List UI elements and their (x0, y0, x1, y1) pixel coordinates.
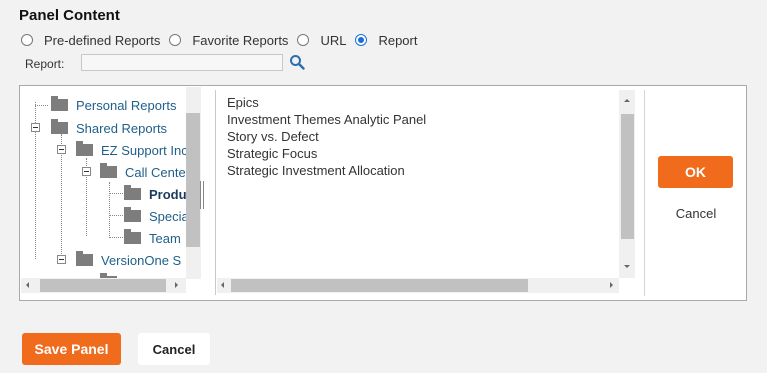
folder-tree[interactable]: Personal Reports Shared Reports EZ Suppo… (21, 87, 205, 296)
tree-item-call-center[interactable]: Call Center (100, 163, 190, 181)
folder-icon (124, 229, 141, 244)
scroll-right-icon[interactable] (610, 282, 613, 288)
folder-icon (76, 141, 93, 156)
list-item[interactable]: Epics (227, 95, 259, 110)
radio-predefined-label[interactable]: Pre-defined Reports (44, 33, 160, 48)
tree-item-ez-support[interactable]: EZ Support Inc (76, 141, 188, 159)
cancel-link[interactable]: Cancel (673, 206, 719, 221)
scroll-left-icon[interactable] (221, 282, 224, 288)
tree-guide-line (109, 193, 123, 194)
report-list[interactable]: Epics Investment Themes Analytic Panel S… (215, 90, 636, 295)
folder-icon (51, 96, 68, 111)
radio-report-label[interactable]: Report (378, 33, 417, 48)
collapse-icon[interactable] (57, 255, 66, 264)
report-field-label: Report: (25, 57, 65, 71)
folder-icon (76, 251, 93, 266)
tree-item-produ-selected[interactable]: Produ (124, 185, 187, 203)
tree-guide-line (109, 215, 123, 216)
panel-content-title: Panel Content (19, 7, 120, 24)
tree-vertical-scroll-thumb[interactable] (186, 113, 200, 247)
save-panel-button[interactable]: Save Panel (22, 333, 121, 365)
tree-guide-line (35, 105, 48, 106)
folder-icon (100, 163, 117, 178)
tree-item-label: Personal Reports (76, 97, 177, 113)
panel-divider (644, 90, 645, 296)
tree-item-personal-reports[interactable]: Personal Reports (51, 96, 176, 114)
tree-guide-line (109, 182, 110, 238)
cancel-button[interactable]: Cancel (138, 333, 210, 365)
tree-item-team[interactable]: Team (124, 229, 181, 247)
list-item[interactable]: Story vs. Defect (227, 129, 319, 144)
list-item[interactable]: Investment Themes Analytic Panel (227, 112, 426, 127)
radio-url[interactable] (297, 34, 310, 46)
tree-item-shared-reports[interactable]: Shared Reports (51, 119, 167, 137)
radio-report[interactable] (355, 34, 368, 46)
tree-item-label: Specia (149, 208, 189, 224)
report-picker-panel: Personal Reports Shared Reports EZ Suppo… (19, 85, 747, 301)
radio-favorite-reports[interactable] (169, 34, 182, 46)
search-icon[interactable] (289, 54, 305, 70)
scroll-left-icon[interactable] (26, 282, 29, 288)
radio-url-label[interactable]: URL (320, 33, 346, 48)
list-item[interactable]: Strategic Focus (227, 146, 317, 161)
folder-icon (124, 185, 141, 200)
tree-item-label: Call Center (125, 164, 191, 180)
tree-item-specia[interactable]: Specia (124, 207, 189, 225)
list-horizontal-scroll-thumb[interactable] (231, 279, 528, 292)
report-type-radio-group: Pre-defined Reports Favorite Reports URL… (21, 31, 426, 49)
pane-resize-grip[interactable] (200, 181, 204, 209)
tree-item-versionone[interactable]: VersionOne S (76, 251, 181, 269)
collapse-icon[interactable] (57, 145, 66, 154)
report-search-input[interactable] (81, 54, 283, 71)
tree-horizontal-scroll-thumb[interactable] (40, 279, 166, 292)
collapse-icon[interactable] (82, 167, 91, 176)
folder-icon (124, 207, 141, 222)
list-item[interactable]: Strategic Investment Allocation (227, 163, 405, 178)
radio-predefined-reports[interactable] (21, 34, 33, 46)
list-vertical-scroll-thumb[interactable] (621, 114, 634, 239)
scroll-up-icon[interactable] (624, 99, 630, 102)
radio-favorite-label[interactable]: Favorite Reports (192, 33, 288, 48)
tree-item-label: Produ (149, 186, 187, 202)
scroll-right-icon[interactable] (175, 282, 178, 288)
collapse-icon[interactable] (31, 123, 40, 132)
tree-guide-line (109, 237, 123, 238)
tree-item-label: EZ Support Inc (101, 142, 188, 158)
tree-item-label: Team (149, 230, 181, 246)
tree-item-label: VersionOne S (101, 252, 182, 268)
folder-icon (51, 119, 68, 134)
scroll-down-icon[interactable] (624, 265, 630, 268)
ok-button[interactable]: OK (658, 156, 733, 188)
tree-item-label: Shared Reports (76, 120, 168, 136)
